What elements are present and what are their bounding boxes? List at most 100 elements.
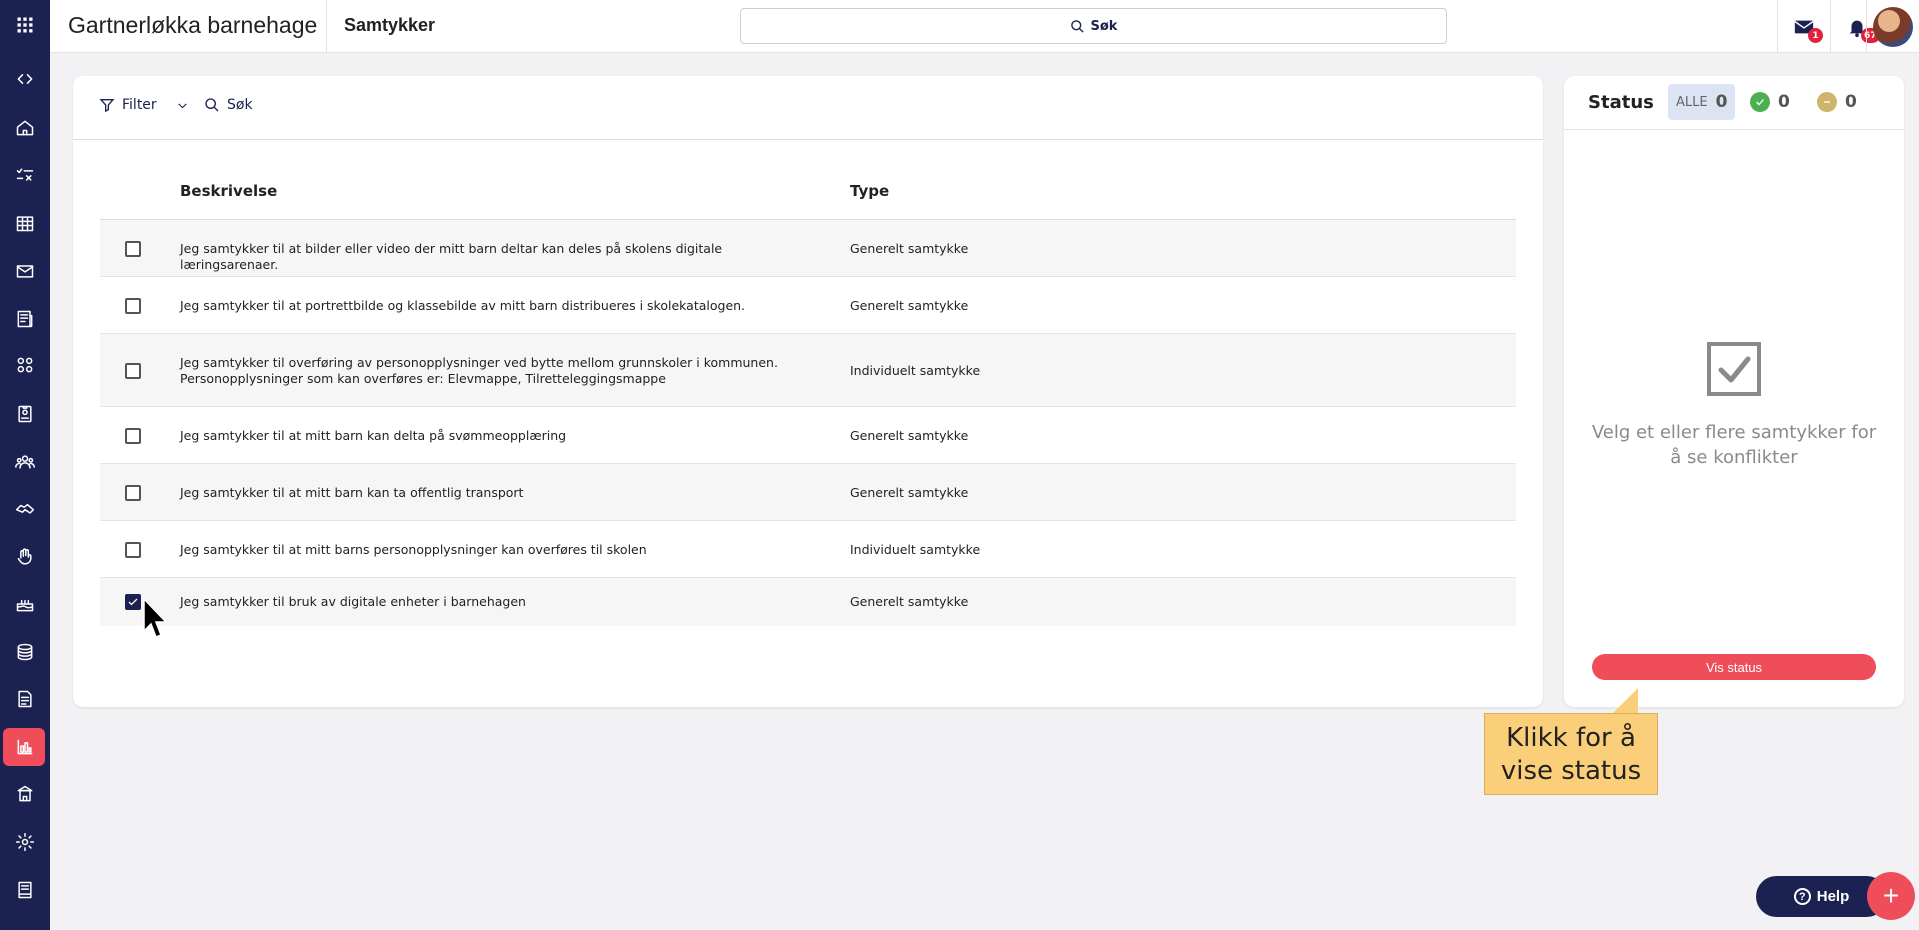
row-checkbox[interactable] [125,594,141,610]
sidebar-item-book[interactable] [0,868,50,912]
sidebar-item-tasks[interactable] [0,153,50,197]
consent-description: Jeg samtykker til at bilder eller video … [180,240,723,272]
sidebar-item-document[interactable] [0,677,50,721]
calendar-icon [16,216,34,232]
status-empty-message: Velg et eller flere samtykker for å se k… [1591,422,1877,468]
handshake-icon [15,503,35,514]
row-checkbox[interactable] [125,484,141,501]
status-filter-declined[interactable]: 0 [1809,84,1865,120]
code-brackets-icon [17,74,33,84]
table-row[interactable]: Jeg samtykker til at mitt barn kan delta… [100,407,1516,464]
sidebar-item-hand[interactable] [0,535,50,579]
global-search-input[interactable]: Søk [740,8,1447,44]
sidebar-item-settings[interactable] [0,820,50,864]
sidebar-item-news[interactable] [0,297,50,341]
groups-icon [17,357,33,373]
chevron-down-icon[interactable] [176,99,189,112]
checkbox-checked-icon [1707,342,1761,396]
settings-icon [15,832,35,852]
row-checkbox[interactable] [125,427,141,444]
minus-circle-icon [1817,92,1837,112]
status-all-label: ALLE [1676,94,1708,110]
mouse-cursor-icon [143,597,168,638]
consent-description: Jeg samtykker til at portrettbilde og kl… [180,297,746,313]
table-body: Jeg samtykker til at bilder eller video … [100,220,1516,626]
status-filter-all[interactable]: ALLE 0 [1668,84,1736,120]
sidebar-item-school[interactable] [0,772,50,816]
status-declined-count: 0 [1845,92,1857,112]
consent-description: Jeg samtykker til at mitt barn kan ta of… [180,484,524,500]
sidebar-item-code-brackets[interactable] [0,57,50,101]
sidebar-item-mail[interactable] [0,249,50,293]
sidebar-item-chart[interactable] [0,725,50,769]
table-row[interactable]: Jeg samtykker til at mitt barn kan ta of… [100,464,1516,521]
sidebar-item-handshake[interactable] [0,486,50,530]
consent-type: Generelt samtykke [850,240,969,256]
page-title: Samtykker [344,15,436,35]
question-icon: ? [1793,888,1811,905]
user-menu-button[interactable] [1866,0,1919,53]
status-approved-count: 0 [1778,92,1790,112]
sidebar-item-home[interactable] [0,106,50,150]
sidebar-item-coins[interactable] [0,630,50,674]
help-label: Help [1816,888,1850,905]
sidebar-item-badge[interactable] [0,392,50,436]
consent-type: Individuelt samtykke [850,362,981,378]
table-row[interactable]: Jeg samtykker til at portrettbilde og kl… [100,277,1516,334]
callout-pointer [1612,688,1638,714]
status-panel: Status ALLE 0 0 0 Velg et eller flere sa… [1564,76,1904,707]
table-header: Beskrivelse Type [100,162,1516,220]
column-header-type[interactable]: Type [850,182,889,200]
chart-icon [17,739,33,755]
check-circle-icon [1750,92,1770,112]
table-row[interactable]: Jeg samtykker til overføring av personop… [100,334,1516,407]
status-title: Status [1588,92,1654,113]
table-toolbar: Filter Søk [73,76,1543,140]
badge-icon [18,405,32,423]
filter-icon [99,99,115,113]
status-all-count: 0 [1715,92,1728,112]
consent-type: Generelt samtykke [850,427,969,443]
consent-description: Jeg samtykker til bruk av digitale enhet… [180,594,526,609]
school-icon [17,785,33,802]
filter-button[interactable]: Filter [99,97,189,113]
org-name[interactable]: Gartnerløkka barnehage [68,12,317,39]
sidebar-item-people[interactable] [0,440,50,484]
consents-card: Filter Søk Beskrivelse Type Jeg samtykke… [73,76,1543,707]
mail-icon [16,265,34,278]
table-search-button[interactable]: Søk [204,97,253,113]
top-divider [326,0,327,53]
consent-description: Jeg samtykker til overføring av personop… [180,354,778,386]
checkmark-icon [128,598,138,606]
sidebar-item-cake[interactable] [0,582,50,626]
hand-icon [17,548,32,565]
consent-type: Individuelt samtykke [850,541,981,557]
sidebar-item-groups[interactable] [0,343,50,387]
column-header-description[interactable]: Beskrivelse [180,182,277,200]
tasks-icon [16,168,34,181]
messages-button[interactable]: 1 [1777,0,1830,53]
row-checkbox[interactable] [125,297,141,314]
table-row[interactable]: Jeg samtykker til at bilder eller video … [100,220,1516,277]
table-row[interactable]: Jeg samtykker til at mitt barns personop… [100,521,1516,578]
show-status-button[interactable]: Vis status [1592,654,1876,680]
row-checkbox[interactable] [125,362,141,379]
messages-badge: 1 [1808,28,1823,43]
sidebar-item-calendar[interactable] [0,201,50,245]
consent-type: Generelt samtykke [850,484,969,500]
table-row[interactable]: Jeg samtykker til bruk av digitale enhet… [100,578,1516,626]
status-filter-approved[interactable]: 0 [1742,84,1798,120]
global-search-label: Søk [1090,18,1118,34]
apps-grid-icon [17,17,33,33]
filter-label: Filter [122,97,157,113]
sidebar-item-apps-grid[interactable] [0,3,50,47]
consent-description: Jeg samtykker til at mitt barns personop… [180,541,647,557]
status-header: Status ALLE 0 0 0 [1564,76,1904,130]
consent-type: Generelt samtykke [850,594,969,609]
row-checkbox[interactable] [125,541,141,558]
people-icon [15,455,35,469]
add-button[interactable]: + [1867,872,1915,920]
search-icon [205,98,219,112]
consent-description: Jeg samtykker til at mitt barn kan delta… [180,427,567,443]
row-checkbox[interactable] [125,240,141,257]
